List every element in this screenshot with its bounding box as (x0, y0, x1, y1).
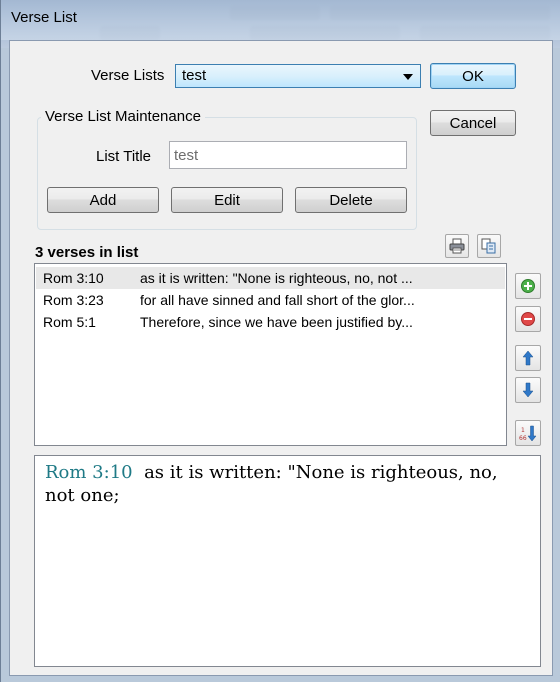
verse-text: for all have sinned and fall short of th… (140, 292, 415, 308)
move-down-button[interactable] (515, 377, 541, 403)
printer-icon (449, 238, 465, 254)
verse-lists-dropdown[interactable]: test (175, 64, 421, 88)
verse-ref: Rom 3:23 (43, 292, 104, 308)
maintenance-group (37, 117, 417, 230)
list-title-field-wrap (169, 141, 407, 169)
list-title-label: List Title (96, 148, 152, 165)
list-title-input[interactable] (170, 142, 406, 168)
arrow-up-icon (522, 350, 534, 366)
verse-lists-label: Verse Lists (91, 67, 165, 84)
maintenance-group-title: Verse List Maintenance (41, 108, 205, 125)
print-button[interactable] (445, 234, 469, 258)
edit-list-button[interactable]: Edit (171, 187, 283, 213)
arrow-down-icon (522, 382, 534, 398)
verse-ref: Rom 3:10 (43, 270, 104, 286)
preview-ref: Rom 3:10 (45, 462, 133, 483)
verse-preview: Rom 3:10 as it is written: "None is righ… (34, 455, 541, 667)
chevron-down-icon (403, 74, 413, 80)
add-verse-button[interactable] (515, 273, 541, 299)
sort-canonical-icon: 1 66 (519, 425, 537, 442)
verse-count-label: 3 verses in list (35, 244, 139, 261)
sort-verses-button[interactable]: 1 66 (515, 420, 541, 446)
add-icon (521, 279, 535, 293)
window-title: Verse List (11, 9, 77, 26)
list-item[interactable]: Rom 3:23 for all have sinned and fall sh… (36, 289, 505, 311)
verse-ref: Rom 5:1 (43, 314, 96, 330)
remove-verse-button[interactable] (515, 306, 541, 332)
ok-button[interactable]: OK (430, 63, 516, 89)
svg-text:1: 1 (521, 427, 525, 434)
verse-text: as it is written: "None is righteous, no… (140, 270, 413, 286)
svg-text:66: 66 (519, 435, 527, 442)
move-up-button[interactable] (515, 345, 541, 371)
copy-icon (481, 238, 496, 254)
dialog-window: Verse List Verse Lists test OK Cancel Ve… (0, 0, 560, 682)
add-list-button[interactable]: Add (47, 187, 159, 213)
title-bar[interactable]: Verse List (1, 0, 560, 40)
cancel-button[interactable]: Cancel (430, 110, 516, 136)
verse-listbox[interactable]: Rom 3:10 as it is written: "None is righ… (34, 263, 507, 446)
delete-list-button[interactable]: Delete (295, 187, 407, 213)
copy-button[interactable] (477, 234, 501, 258)
remove-icon (521, 312, 535, 326)
list-item[interactable]: Rom 3:10 as it is written: "None is righ… (36, 267, 505, 289)
list-item[interactable]: Rom 5:1 Therefore, since we have been ju… (36, 311, 505, 333)
verse-text: Therefore, since we have been justified … (140, 314, 413, 330)
verse-lists-selected: test (182, 67, 207, 84)
